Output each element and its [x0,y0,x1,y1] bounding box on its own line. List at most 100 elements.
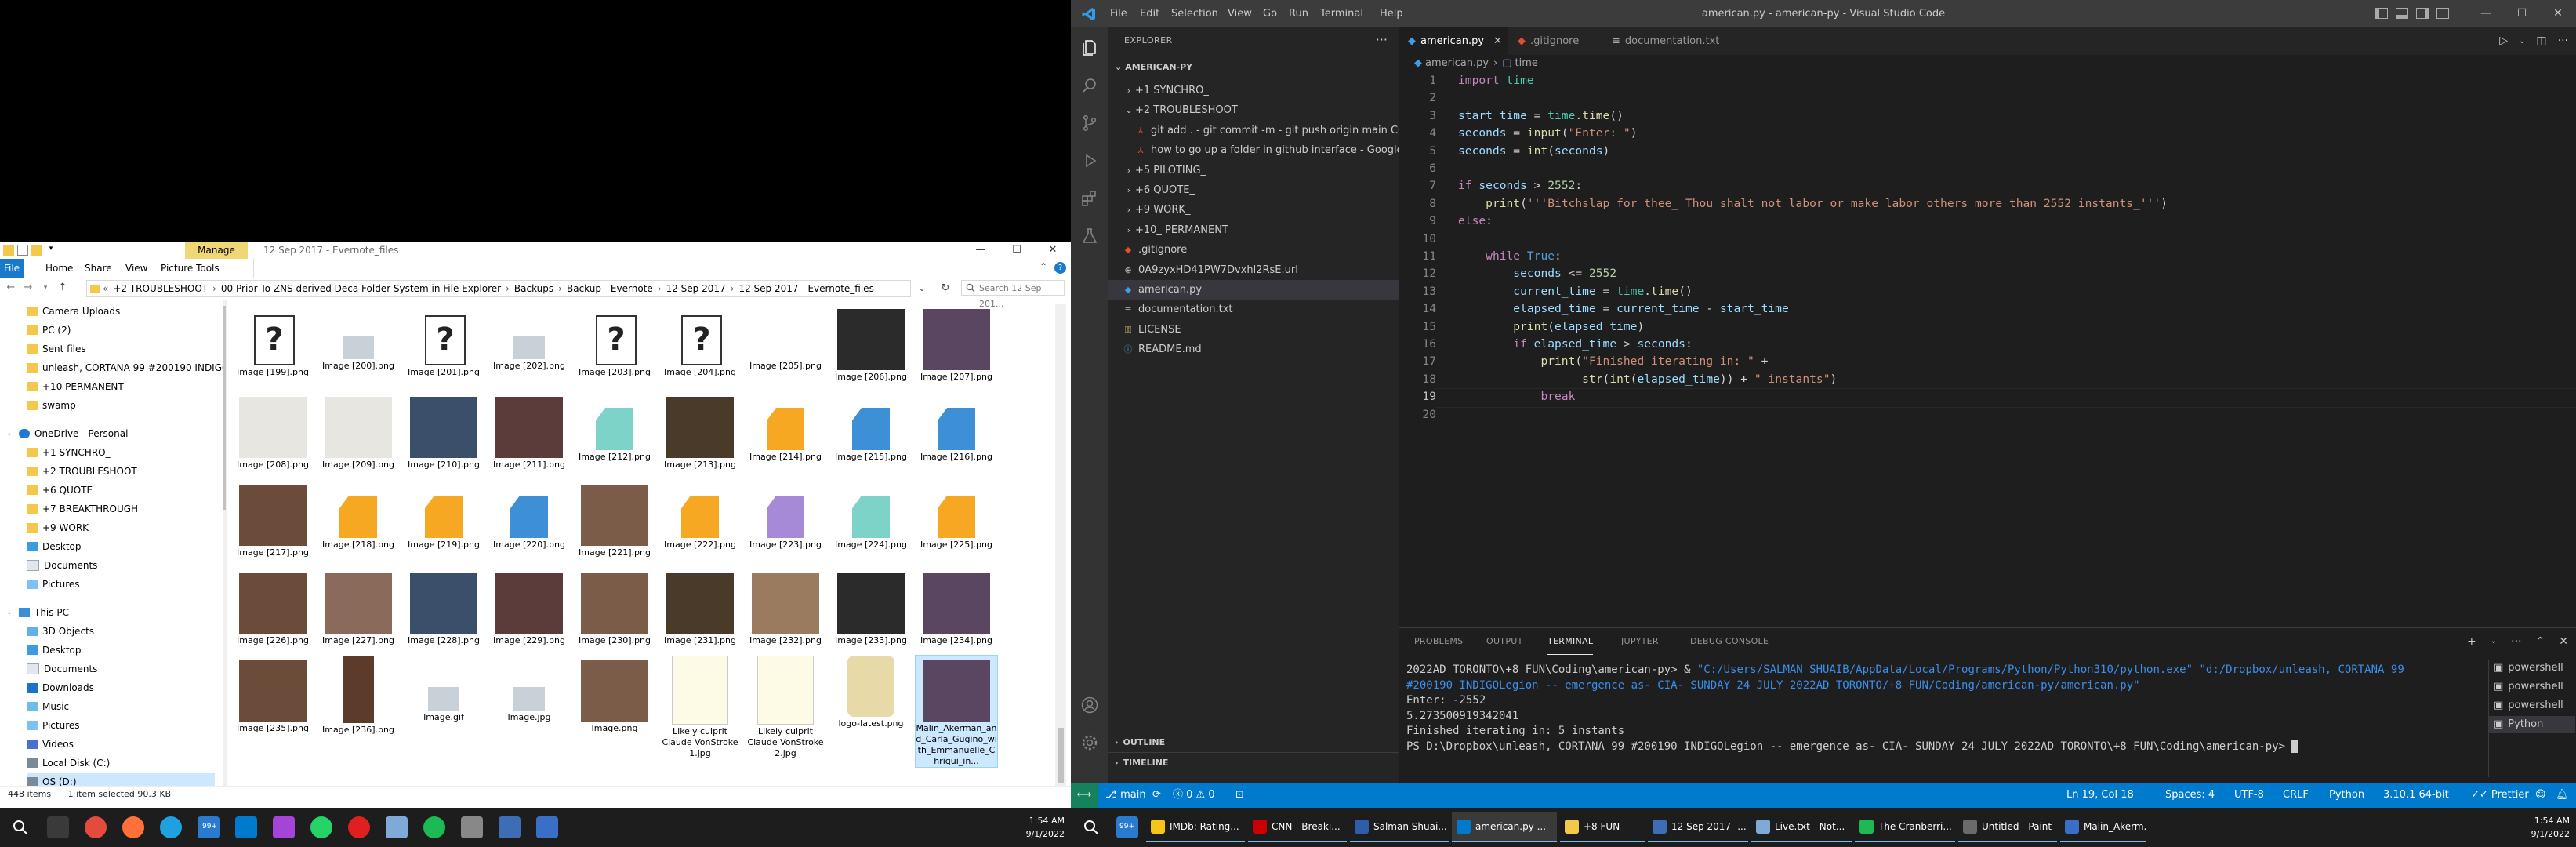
nav-item[interactable]: +1 SYNCHRO_ [27,444,111,461]
chevron-down-icon[interactable]: ⌄ [914,281,930,296]
file-item[interactable]: Image [223].png [745,480,826,551]
file-item[interactable]: ? Image [199].png [232,304,314,378]
run-python-icon[interactable]: ▷ [2499,27,2508,55]
tree-folder[interactable]: › +9 WORK_ [1108,200,1399,220]
spotify-icon[interactable] [423,816,445,838]
file-item[interactable]: Image [231].png [659,568,741,646]
file-item[interactable]: Image [233].png [830,568,912,646]
tree-folder[interactable]: › +1 SYNCHRO_ [1108,81,1399,101]
cursor-position[interactable]: Ln 19, Col 18 [2066,783,2134,808]
file-item[interactable]: Image [230].png [574,568,655,646]
nav-item[interactable]: Videos [27,736,74,753]
paint-icon[interactable] [461,816,483,838]
file-item[interactable]: Image [224].png [830,480,912,551]
feedback-icon[interactable]: ☺ [2535,783,2546,808]
panel-tab-terminal[interactable]: TERMINAL [1547,628,1594,655]
taskbar-app[interactable]: IMDb: Rating... [1146,812,1245,842]
file-item[interactable]: Image [210].png [403,392,484,471]
file-item[interactable]: Image [202].png [488,304,570,372]
mail-icon[interactable]: 99+ [1116,816,1138,838]
more-actions-icon[interactable]: ··· [2558,27,2568,55]
nav-item[interactable]: 3D Objects [27,623,94,640]
tab-american-py[interactable]: ◆ american.py ✕ [1399,27,1508,55]
nav-item[interactable]: Desktop [27,642,82,659]
vscode-icon[interactable] [235,816,257,838]
mail-icon[interactable]: 99+ [198,816,220,838]
properties-icon[interactable] [17,245,28,256]
chevron-down-icon[interactable]: ⌄ [6,425,14,442]
panel-tab-jupyter[interactable]: JUPYTER [1621,628,1659,655]
chevron-down-icon[interactable]: ⌄ [2519,27,2525,55]
explorer-files-icon[interactable] [1080,38,1099,57]
nav-item[interactable]: PC (2) [27,322,71,339]
breadcrumb[interactable]: 12 Sep 2017 - Evernote_files [738,283,873,294]
tree-file[interactable]: ⅄ how to go up a folder in github interfa… [1108,140,1461,161]
file-item[interactable]: Image [228].png [403,568,484,646]
taskbar-app[interactable]: CNN - Breaki... [1248,812,1347,842]
tree-file[interactable]: ≡ documentation.txt [1108,300,1399,320]
file-item[interactable]: ? Image [201].png [403,304,484,378]
nav-item[interactable]: +2 TROUBLESHOOT [27,463,137,480]
file-item[interactable]: Image [225].png [916,480,997,551]
ribbon-tab-home[interactable]: Home [39,259,79,278]
notifications-bell-icon[interactable]: 🔔︎ [2556,783,2569,808]
file-item[interactable]: Image [220].png [488,480,570,551]
file-item[interactable]: Image.gif [403,656,484,723]
menu-edit[interactable]: Edit [1140,0,1159,27]
search-icon[interactable] [1080,76,1099,95]
tree-folder[interactable]: › +10_ PERMANENT [1108,220,1399,241]
help-icon[interactable]: ? [1054,262,1066,274]
file-item[interactable]: Image [227].png [317,568,399,646]
more-actions-icon[interactable]: ··· [2511,628,2521,655]
firefox-icon[interactable] [122,816,144,838]
folder-icon[interactable] [3,245,14,256]
manage-tab[interactable]: Manage [185,242,248,259]
file-item[interactable]: Image [216].png [916,392,997,463]
language-mode[interactable]: Python [2329,783,2364,808]
file-item[interactable]: Image [205].png [745,304,826,372]
tree-folder[interactable]: › +5 PILOTING_ [1108,161,1399,181]
nav-item-onedrive[interactable]: ⌄ OneDrive - Personal [6,425,128,442]
opera-icon[interactable] [348,816,370,838]
file-item[interactable]: Image.png [574,656,655,734]
python-interpreter[interactable]: 3.10.1 64-bit [2383,783,2449,808]
close-button[interactable]: ✕ [1035,242,1071,259]
chevron-down-icon[interactable]: ⌄ [2491,628,2497,655]
file-item[interactable]: Image [215].png [830,392,912,463]
terminal-instance[interactable]: ▣ powershell [2494,697,2563,714]
testing-flask-icon[interactable] [1080,227,1099,245]
ribbon-tab-file[interactable]: File [0,259,24,278]
branch-indicator[interactable]: ⎇ main [1105,783,1146,808]
breadcrumb-item[interactable]: american.py [1425,57,1489,69]
file-item[interactable]: Image [211].png [488,392,570,471]
close-icon[interactable]: ✕ [1493,35,1502,47]
file-item[interactable]: Image [209].png [317,392,399,471]
taskbar-app[interactable]: Live.txt - Not... [1751,812,1852,842]
toggle-panel-icon[interactable] [2396,8,2408,19]
file-item[interactable]: Image [222].png [659,480,741,551]
terminal-instance[interactable]: ▣ powershell [2494,660,2563,677]
nav-item[interactable]: Documents [27,660,97,678]
explorer-icon[interactable] [499,816,521,838]
file-item[interactable]: Image [219].png [403,480,484,551]
nav-item[interactable]: OS (D:) [27,773,215,786]
minimize-button[interactable]: — [963,242,999,259]
file-item[interactable]: Image [236].png [317,656,399,736]
scrollbar-thumb[interactable] [1058,728,1064,783]
taskbar-clock[interactable]: 1:54 AM 9/1/2022 [1026,814,1065,841]
nav-item-this-pc[interactable]: ⌄ This PC [6,604,69,621]
tree-file[interactable]: ◆ american.py [1108,280,1399,300]
tree-folder[interactable]: › +6 QUOTE_ [1108,180,1399,201]
remote-icon[interactable]: ⟷ [1071,783,1098,808]
nav-item[interactable]: swamp [27,397,76,414]
tree-file[interactable]: ◆ .gitignore [1108,240,1399,260]
menu-go[interactable]: Go [1263,0,1277,27]
menu-file[interactable]: File [1110,0,1127,27]
outline-section[interactable]: › OUTLINE [1108,732,1399,753]
terminal-instance[interactable]: ▣ Python [2489,716,2575,733]
file-item[interactable]: Malin_Akerman_and_Carla_Gugino_with_Emma… [915,655,998,768]
notepad-icon[interactable] [386,816,408,838]
nav-item[interactable]: Music [27,698,69,715]
minimize-button[interactable]: — [2468,0,2504,27]
nav-item[interactable]: +9 WORK [27,519,89,536]
